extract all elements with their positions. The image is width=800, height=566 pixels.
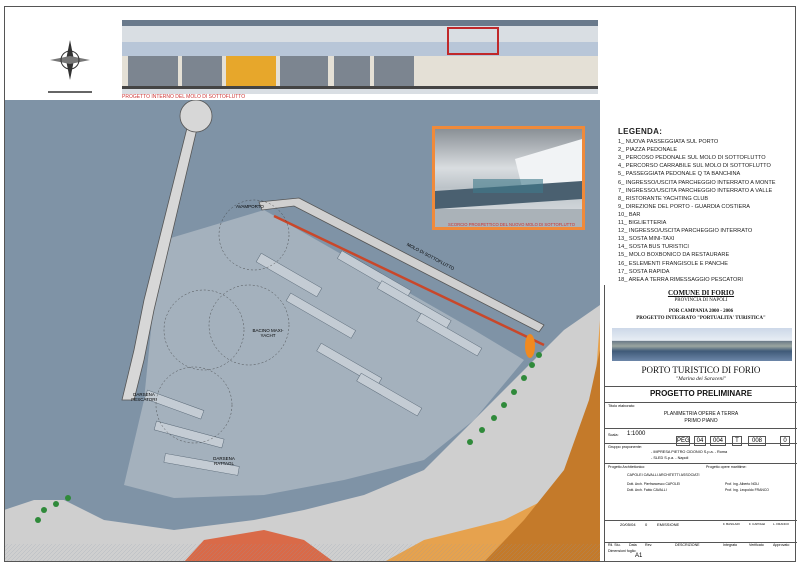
scala-label: Scala: [608,433,619,437]
dim: A1 [635,553,643,559]
dim-label: Dimensioni foglio: [608,549,637,553]
elevation-view [122,20,598,94]
legend-item: 11_ BIGLIETTERIA [618,220,667,227]
rev-col-integrato: Integrato [723,543,738,547]
legend-item: 1_ NUOVA PASSEGGIATA SUL PORTO [618,139,719,146]
arch-2: Dott. Arch. Fabio CAVALLI [627,488,667,492]
rev-col-data: Data [629,543,637,547]
legend-item: 14_ SOSTA BUS TURISTICI [618,244,689,251]
label-avamporto: AVAMPORTO [236,204,264,209]
comune: COMUNE DI FORIO [667,289,735,297]
progetto-integrato: PROGETTO INTEGRATO "PORTUALITA' TURISTIC… [636,316,766,321]
render-caption: SCORCIO PROSPETTICO DEL NUOVO MOLO DI SO… [448,222,575,227]
code-box: 0 [780,436,790,446]
rev-col-verificato: Verificato [749,543,764,547]
legend-item: 4_ PERCORSO CARRABILE SUL MOLO DI SOTTOF… [618,163,771,170]
legend-item: 9_ DIREZIONE DEL PORTO - GUARDIA COSTIER… [618,203,750,210]
harbour-photo [612,328,792,361]
proponente-2: - SLED S.p.a. - Napoli [651,456,689,460]
signer-2: F. CAPOLEI [749,522,766,526]
rev-col-approvato: Approvato [773,543,790,547]
label-darsena-pescatori: DARSENA PESCATORI [131,392,157,402]
legend-item: 3_ PERCOSO PEDONALE SUL MOLO DI SOTTOFLU… [618,155,766,162]
proponente-label: Gruppo proponente: [608,445,642,449]
elevation-drawing [122,20,598,89]
architettonico-label: Progetto Architettonico: [608,465,646,469]
legend-title: LEGENDA: [618,127,663,136]
por: POR CAMPANIA 2000 - 2006 [668,309,734,314]
studio: CAPOLEI CAVALLI ARCHITETTI ASSOCIATI [627,473,700,477]
render-drawing [435,139,582,227]
porto: PORTO TURISTICO DI FORIO [641,365,761,375]
legend-item: 2_ PIAZZA PEDONALE [618,147,678,154]
legend-item: 10_ BAR [618,211,641,218]
code-box: 004 [710,436,726,446]
ing-1: Prof. Ing. Alberto NOLI [725,482,760,486]
rev-desc: EMISSIONE [657,522,680,527]
legend-item: 7_ INGRESSO/USCITA PARCHEGGIO INTERRATO … [618,187,773,194]
rev-date: 20/05/04 [620,522,636,527]
legend-item: 8_ RISTORANTE YACHTING CLUB [618,195,709,202]
marina: "Marina dei Saraceni" [675,376,727,382]
provincia: PROVINCIA DI NAPOLI [674,298,728,303]
titolo-label: Titolo elaborato: [608,404,636,408]
legend-item: 6_ INGRESSO/USCITA PARCHEGGIO INTERRATO … [618,179,776,186]
label-darsena: DARSENA RATTAGL [213,456,235,466]
rev-col-desc: DESCRIZIONE [675,543,700,547]
legend-item: 12_ INGRESSO/USCITA PARCHEGGIO INTERRATO [618,228,753,235]
render-image [435,129,582,227]
code-box: PEG [676,436,690,446]
signer-3: L. FRANCO [773,522,790,526]
code-box: 04 [694,436,706,446]
rev-num: 0 [645,522,648,527]
rev-col-ril: Ril. Stu. [608,543,621,547]
fase: PROGETTO PRELIMINARE [649,389,753,398]
legend-item: 13_ SOSTA MINI-TAXI [618,236,675,243]
legend-item: 15_ MOLO BOXBONICO DA RESTAURARE [618,252,730,259]
sottotitolo: PRIMO PIANO [684,418,718,424]
north-arrow-icon [48,40,92,93]
legend: LEGENDA: 1_ NUOVA PASSEGGIATA SUL PORTO … [618,127,798,284]
legend-item: 17_ SOSTA RAPIDA [618,268,670,275]
perspective-render [432,126,585,230]
legend-item: 18_ AREA A TERRA RIMESSAGGIO PESCATORI [618,276,743,283]
label-bacino: BACINO MAXI-YACHT [252,328,284,338]
code-box: 008 [748,436,766,446]
code-box: T [732,436,742,446]
titolo: PLANIMETRIA OPERE A TERRA [663,411,739,417]
legend-item: 5_ PASSEGGIATA PEDONALE Q TA BANCHINA [618,171,741,178]
ing-2: Prof. Ing. Leopoldo FRANCO [725,488,769,492]
marittime-label: Progetto opere marittime: [706,465,747,469]
drawing-sheet: PROGETTO INTERNO DEL MOLO DI SOTTOFLUTTO [0,0,800,566]
rev-col-rev: Rev. [645,543,653,547]
signer-1: F. BASILARI [723,522,740,526]
legend-item: 16_ ESLEMENTI FRANGISOLE E PANCHE [618,260,728,267]
scala: 1:1000 [627,431,646,437]
title-block: COMUNE DI FORIO PROVINCIA DI NAPOLI POR … [604,285,797,562]
proponente-1: - IMPRESA PIETRO CIDONIO S.p.a. - Roma [651,450,728,454]
arch-1: Dott. Arch. Pierfrancesco CAPOLEI [627,482,681,486]
